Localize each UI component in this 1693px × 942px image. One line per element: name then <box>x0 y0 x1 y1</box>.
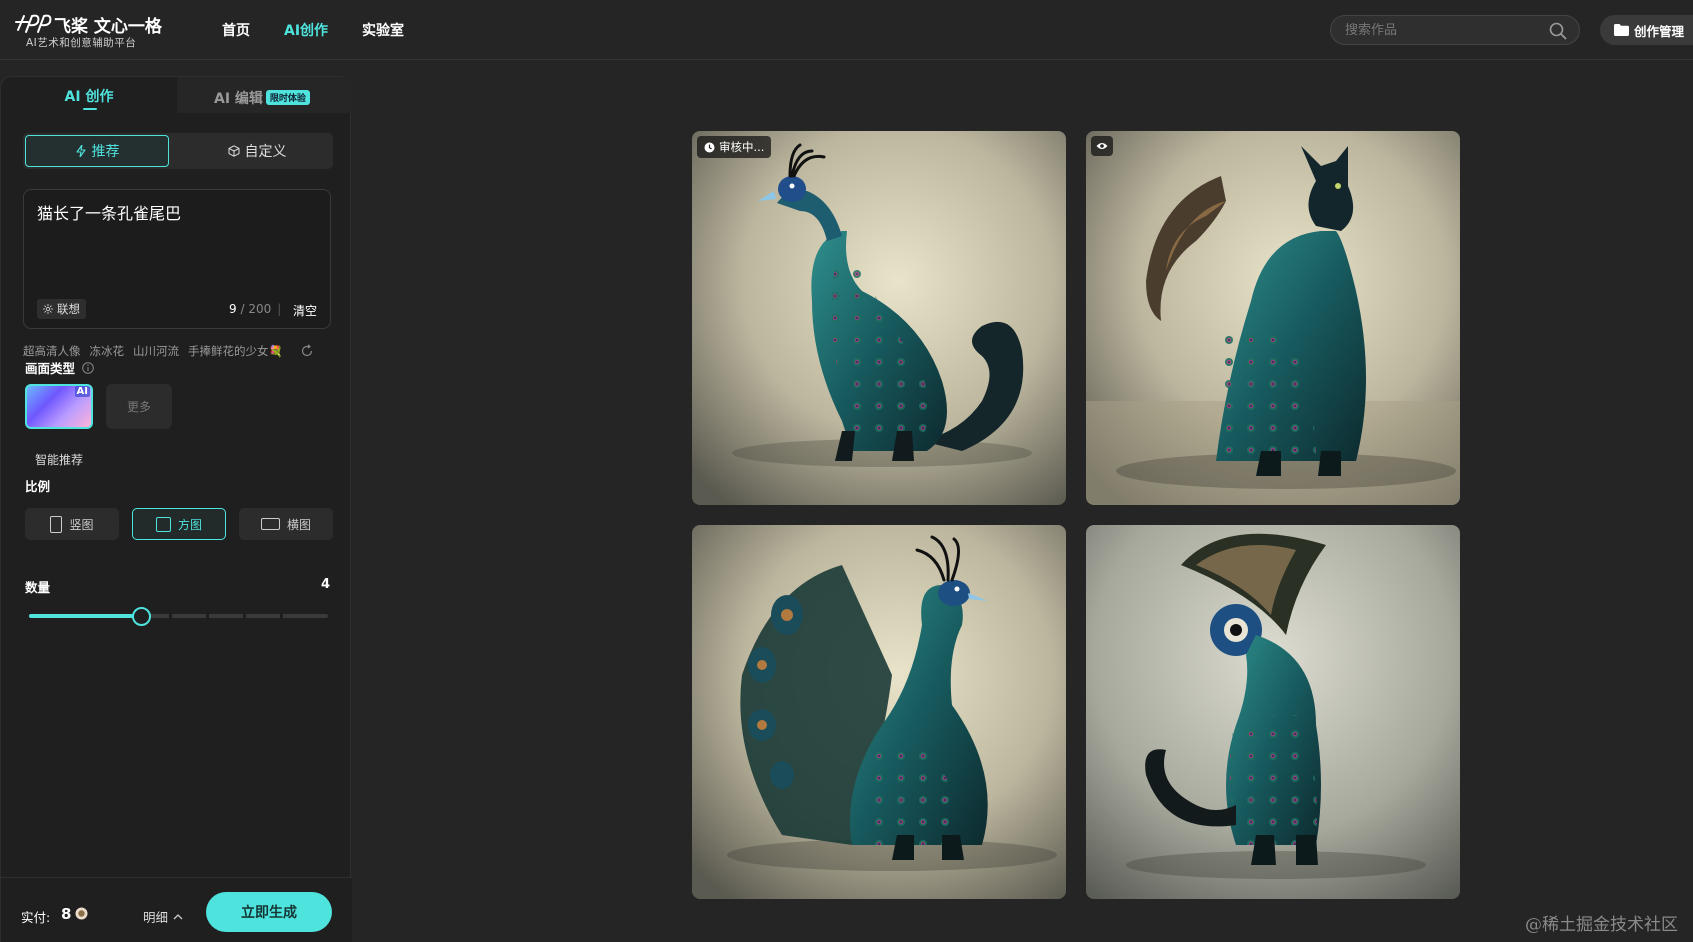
more-types-button[interactable]: 更多 <box>106 384 172 429</box>
mode-toggle: 推荐 自定义 <box>23 133 333 169</box>
info-icon[interactable] <box>82 362 95 374</box>
status-text: 审核中... <box>719 140 765 154</box>
search-box <box>1330 15 1580 45</box>
pay-value: 8 <box>61 905 72 923</box>
status-badge: 审核中... <box>697 136 772 158</box>
count-slider[interactable] <box>29 605 328 627</box>
clear-button[interactable]: 清空 <box>293 302 317 319</box>
pay-label: 实付: <box>21 910 51 925</box>
result-image-1[interactable]: 审核中... <box>692 131 1066 505</box>
ratio-landscape-label: 横图 <box>286 517 311 532</box>
suggestion-item[interactable]: 手捧鲜花的少女💐 <box>188 343 283 359</box>
nav-lab[interactable]: 实验室 <box>362 20 404 40</box>
creation-manage-button[interactable]: 创作管理 <box>1600 15 1693 45</box>
prompt-box: 联想 9 / 200| 清空 <box>23 189 331 329</box>
ratio-options: 竖图 方图 横图 <box>25 508 333 540</box>
ratio-square-button[interactable]: 方图 <box>132 508 226 540</box>
prompt-input[interactable] <box>37 200 317 280</box>
recommend-mode-label: 推荐 <box>91 144 120 160</box>
smart-recommend-label: 智能推荐 <box>35 453 84 467</box>
portrait-icon <box>50 515 63 533</box>
eye-icon <box>1096 143 1108 149</box>
custom-mode-button[interactable]: 自定义 <box>185 135 329 167</box>
cube-icon <box>228 145 239 157</box>
type-section-label: 画面类型 <box>25 358 95 377</box>
slider-tick <box>169 614 172 618</box>
ratio-portrait-button[interactable]: 竖图 <box>25 508 119 540</box>
tab-ai-edit[interactable]: AI 编辑 限时体验 <box>177 77 352 113</box>
refresh-icon[interactable] <box>300 344 314 358</box>
ratio-portrait-label: 竖图 <box>69 517 94 532</box>
result-image-4[interactable] <box>1086 525 1460 899</box>
char-counter: 9 / 200 | <box>229 302 282 316</box>
count-section-label: 数量 <box>25 580 51 595</box>
lightning-icon <box>75 145 86 157</box>
slider-fill <box>29 614 141 618</box>
suggestion-item[interactable]: 超高清人像 <box>23 343 81 359</box>
watermark: @稀土掘金技术社区 <box>1525 915 1678 935</box>
custom-mode-label: 自定义 <box>244 144 287 160</box>
ratio-square-label: 方图 <box>177 517 202 532</box>
sidebar-footer: 实付: 8 明细 立即生成 <box>1 877 352 942</box>
type-section-text: 画面类型 <box>25 361 76 376</box>
result-image-3[interactable] <box>692 525 1066 899</box>
slider-tick <box>243 614 246 618</box>
landscape-icon <box>260 518 280 530</box>
logo-name: 飞桨 文心一格 <box>54 17 162 37</box>
main-nav: 首页 AI创作 实验室 <box>222 20 404 40</box>
logo-subtitle: AI艺术和创意辅助平台 <box>26 37 137 49</box>
slider-thumb[interactable] <box>132 607 151 626</box>
sparkle-icon <box>43 304 53 314</box>
detail-button[interactable]: 明细 <box>143 907 183 926</box>
limited-trial-badge: 限时体验 <box>265 90 310 105</box>
eye-icon-badge[interactable] <box>1091 136 1113 156</box>
peacock-cat-artwork <box>692 525 1066 899</box>
square-icon <box>155 516 171 532</box>
tab-ai-edit-label: AI 编辑 <box>214 91 263 107</box>
creation-sidebar: AI 编辑限时体验 AI 创作 推荐 自定义 联想 <box>0 76 352 942</box>
sidebar-tabs: AI 编辑 限时体验 AI 创作 <box>1 77 352 113</box>
char-max: 200 <box>248 302 272 316</box>
count-value: 4 <box>321 577 331 592</box>
smart-recommend-card[interactable]: AI <box>25 384 93 429</box>
suggestion-item[interactable]: 山川河流 <box>133 343 179 359</box>
peacock-cat-artwork <box>1086 525 1460 899</box>
tab-ai-create-label: AI 创作 <box>64 89 114 105</box>
nav-home[interactable]: 首页 <box>222 20 250 40</box>
ratio-landscape-button[interactable]: 横图 <box>239 508 333 540</box>
nav-ai-create[interactable]: AI创作 <box>284 20 328 40</box>
detail-label: 明细 <box>143 910 169 925</box>
slider-tick <box>206 614 209 618</box>
tab-ai-create[interactable]: AI 创作 <box>1 77 177 113</box>
creation-manage-label: 创作管理 <box>1634 23 1685 39</box>
search-input[interactable] <box>1345 21 1535 39</box>
peacock-cat-artwork <box>1086 131 1460 505</box>
result-image-2[interactable] <box>1086 131 1460 505</box>
chevron-up-icon <box>173 913 183 919</box>
logo-mark-icon <box>15 14 52 33</box>
coin-icon <box>75 907 88 920</box>
char-count: 9 <box>229 302 237 316</box>
ai-tag: AI <box>74 386 90 397</box>
prompt-suggestions: 超高清人像 冻冰花 山川河流 手捧鲜花的少女💐 <box>23 343 314 359</box>
generate-button[interactable]: 立即生成 <box>206 892 332 932</box>
ratio-section-label: 比例 <box>25 479 51 494</box>
folder-icon <box>1614 24 1629 36</box>
associate-button[interactable]: 联想 <box>37 299 86 319</box>
search-icon[interactable] <box>1549 22 1567 40</box>
tab-active-indicator <box>83 108 97 110</box>
top-header: 飞桨 文心一格 AI艺术和创意辅助平台 首页 AI创作 实验室 创作管理 <box>0 0 1693 60</box>
peacock-cat-artwork <box>692 131 1066 505</box>
slider-tick <box>280 614 283 618</box>
clock-icon <box>704 142 715 152</box>
suggestion-item[interactable]: 冻冰花 <box>90 343 125 359</box>
recommend-mode-button[interactable]: 推荐 <box>25 135 169 167</box>
associate-label: 联想 <box>57 302 80 316</box>
